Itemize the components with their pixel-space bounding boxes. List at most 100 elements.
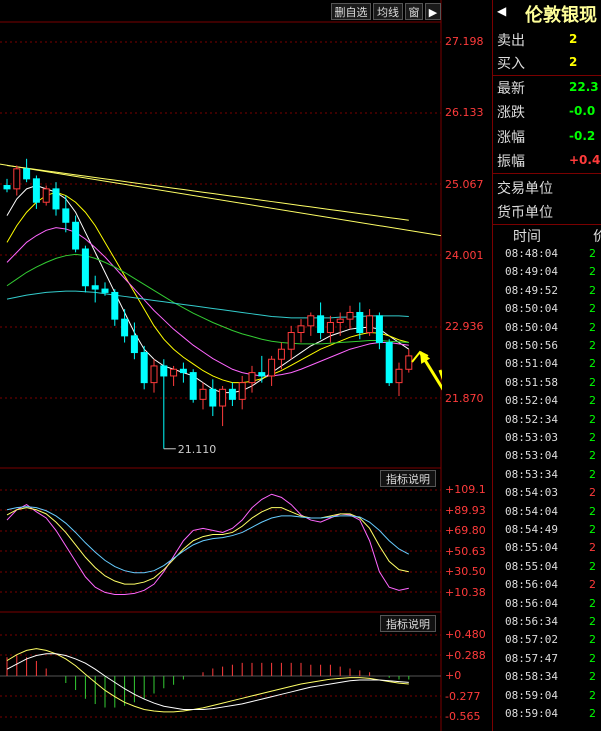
candle — [23, 168, 31, 180]
candle — [130, 335, 138, 354]
y-tick-label: +89.93 — [445, 503, 486, 517]
candle — [258, 372, 266, 377]
candle — [375, 315, 383, 344]
tick-time: 08:50:56 — [505, 339, 558, 352]
chart-area[interactable]: 21.110 — [0, 0, 442, 731]
quote-value: +0.4 — [569, 153, 601, 167]
y-tick-label: 26.133 — [445, 106, 484, 120]
tick-time: 08:52:04 — [505, 394, 558, 408]
tick-price: 2 — [589, 615, 596, 628]
indicator1-line-2 — [6, 506, 410, 574]
indicator1-line-1 — [6, 507, 409, 585]
y-tick-label: +30.50 — [445, 565, 486, 578]
candle — [277, 348, 285, 360]
tick-price: 2 — [589, 559, 596, 573]
tick-time: 08:59:04 — [505, 688, 558, 702]
tick-time: 08:51:04 — [505, 357, 558, 371]
candle — [91, 285, 99, 290]
y-tick-label: +0.288 — [445, 648, 486, 662]
indicator2-help-button[interactable]: 指标说明 — [380, 615, 436, 632]
arrow-right-icon[interactable]: ▶ — [425, 3, 441, 20]
quote-label: 卖出 — [497, 33, 525, 49]
candle — [395, 368, 403, 384]
tick-time: 08:58:34 — [505, 670, 558, 684]
candle — [111, 291, 119, 320]
candle — [160, 365, 168, 377]
y-tick-label: 24.001 — [445, 248, 484, 262]
candle — [150, 365, 158, 384]
tick-price: 2 — [589, 339, 596, 352]
candle — [248, 372, 256, 384]
tick-price: 2 — [589, 375, 596, 389]
candle — [268, 358, 276, 377]
moving-average-button[interactable]: 均线 — [373, 3, 403, 20]
tick-time: 08:53:34 — [505, 467, 558, 481]
candle — [356, 311, 364, 334]
y-tick-label: -0.565 — [445, 710, 481, 723]
ma-line-4 — [6, 253, 409, 345]
tick-time: 08:53:03 — [505, 431, 558, 444]
y-tick-label: 27.198 — [445, 35, 484, 48]
tick-price: 2 — [589, 449, 596, 463]
tick-time: 08:55:04 — [505, 559, 558, 573]
indicator2-line-0 — [6, 648, 409, 713]
y-tick-label: 22.936 — [445, 320, 484, 334]
quote-value: -0.2 — [569, 129, 596, 143]
window-button[interactable]: 窗 — [405, 3, 423, 20]
tick-price: 2 — [589, 688, 596, 702]
delete-watchlist-button[interactable]: 删自选 — [331, 3, 371, 20]
candle — [13, 168, 21, 190]
tick-time: 08:57:47 — [505, 651, 558, 665]
tick-price: 2 — [589, 302, 596, 316]
back-arrow-icon[interactable]: ◀ — [497, 4, 506, 18]
low-price-label: 21.110 — [178, 443, 217, 456]
tick-price: 2 — [589, 596, 596, 610]
tick-price: 2 — [589, 541, 596, 555]
quote-value: -0.0 — [569, 104, 596, 118]
tick-price: 2 — [589, 670, 596, 684]
tick-price: 2 — [589, 320, 596, 334]
quote-value: 2 — [569, 55, 578, 69]
kline-chart[interactable]: 21.110 — [0, 0, 442, 731]
candle — [52, 188, 60, 210]
candle — [170, 368, 178, 377]
candle — [101, 288, 109, 293]
quote-label: 货币单位 — [497, 205, 553, 221]
quote-label: 交易单位 — [497, 181, 553, 197]
tick-time: 08:59:04 — [505, 707, 558, 720]
tick-price: 2 — [589, 394, 596, 408]
candle — [32, 178, 40, 203]
y-tick-label: -0.277 — [445, 689, 481, 703]
tick-time: 08:54:49 — [505, 523, 558, 536]
candle — [179, 368, 187, 374]
y-tick-label: +69.80 — [445, 524, 486, 537]
quote-label: 涨幅 — [497, 130, 525, 146]
tick-price: 2 — [589, 283, 596, 297]
candle — [42, 188, 50, 203]
tick-time: 08:56:04 — [505, 596, 558, 610]
candle — [346, 311, 354, 320]
tick-price: 2 — [589, 523, 596, 536]
tick-price: 2 — [589, 467, 596, 481]
quote-label: 买入 — [497, 56, 525, 72]
tick-time: 08:49:04 — [505, 265, 558, 279]
tick-price: 2 — [589, 265, 596, 279]
tick-time: 08:50:04 — [505, 302, 558, 316]
quote-value: 22.3 — [569, 80, 599, 94]
ticks-header-time: 时间 — [513, 229, 541, 245]
tick-price: 2 — [589, 357, 596, 371]
instrument-title: 伦敦银现 — [525, 5, 597, 26]
candle — [287, 332, 295, 350]
indicator2-line-1 — [6, 653, 409, 710]
candle — [307, 315, 315, 327]
indicator1-help-button[interactable]: 指标说明 — [380, 470, 436, 487]
candle — [3, 185, 11, 190]
candle — [81, 248, 89, 287]
tick-price: 2 — [589, 633, 596, 647]
quote-value: 2 — [569, 32, 578, 46]
candle — [209, 388, 217, 407]
quote-panel: ◀ 伦敦银现 卖出 2 买入 2 最新 22.3 涨跌 -0.0 涨幅 -0.2 振幅 +0.4 交易单… — [492, 0, 601, 731]
tick-price: 2 — [589, 431, 596, 444]
tick-time: 08:54:03 — [505, 486, 558, 500]
tick-time: 08:56:04 — [505, 578, 558, 592]
